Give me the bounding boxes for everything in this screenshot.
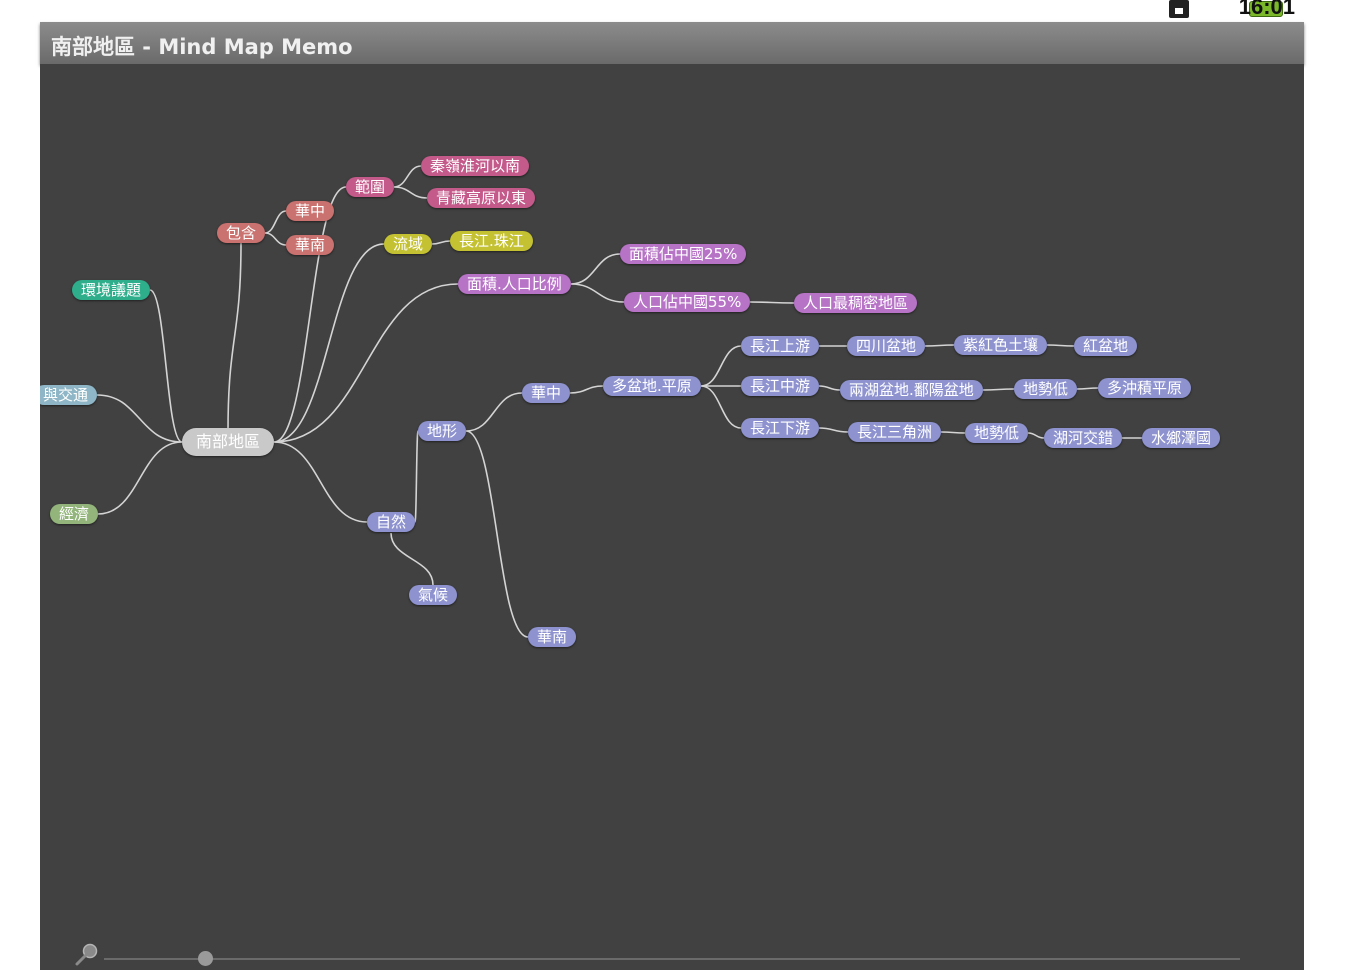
mindmap-node-up-1[interactable]: 四川盆地 <box>847 336 926 356</box>
mindmap-node-include[interactable]: 包含 <box>217 223 266 243</box>
mindmap-root-node[interactable]: 南部地區 <box>182 428 275 456</box>
mindmap-node-range[interactable]: 範圍 <box>346 177 395 197</box>
mindmap-links <box>96 165 1143 638</box>
mindmap-link <box>940 431 966 434</box>
mindmap-link <box>570 253 621 285</box>
mindmap-node-t-hz[interactable]: 華中 <box>522 383 571 403</box>
mindmap-node-mid[interactable]: 長江中游 <box>741 376 820 396</box>
mindmap-link <box>264 210 287 234</box>
mindmap-link <box>465 430 529 638</box>
mindmap-node-area-1[interactable]: 面積佔中國25% <box>620 244 747 264</box>
mindmap-link <box>1076 387 1099 390</box>
mindmap-node-basin-1[interactable]: 長江.珠江 <box>450 231 533 251</box>
mindmap-node-area-2[interactable]: 人口佔中國55% <box>624 292 751 312</box>
mindmap-link <box>264 232 287 246</box>
mindmap-node-low-4[interactable]: 水鄉澤國 <box>1142 428 1221 448</box>
mindmap-node-area-3[interactable]: 人口最稠密地區 <box>794 293 918 313</box>
mindmap-link <box>1046 344 1075 347</box>
mindmap-link <box>982 388 1015 391</box>
mindmap-node-mid-1[interactable]: 兩湖盆地.鄱陽盆地 <box>840 380 983 400</box>
mindmap-node-low[interactable]: 長江下游 <box>741 418 820 438</box>
mindmap-link <box>749 301 795 304</box>
mindmap-node-mid-3[interactable]: 多沖積平原 <box>1098 378 1192 398</box>
mindmap-link <box>465 392 523 432</box>
mindmap-node-up-2[interactable]: 紫紅色土壤 <box>954 335 1048 355</box>
mindmap-link <box>1027 432 1045 439</box>
mindmap-link <box>273 243 385 443</box>
mindmap-node-inc-hz[interactable]: 華中 <box>286 201 335 221</box>
mindmap-link <box>273 441 368 523</box>
mindmap-node-plains[interactable]: 多盆地.平原 <box>603 376 701 396</box>
mindmap-node-up-3[interactable]: 紅盆地 <box>1074 336 1138 356</box>
app-title: 南部地區 - Mind Map Memo <box>51 35 353 59</box>
mindmap-link <box>149 289 183 443</box>
mindmap-link <box>570 283 625 303</box>
mindmap-node-t-hn[interactable]: 華南 <box>528 627 577 647</box>
mindmap-node-nature[interactable]: 自然 <box>367 512 416 532</box>
mindmap-node-basin[interactable]: 流域 <box>384 234 433 254</box>
zoom-slider-track[interactable] <box>104 958 1240 960</box>
mindmap-node-area[interactable]: 面積.人口比例 <box>458 274 571 294</box>
mindmap-node-low-1[interactable]: 長江三角洲 <box>848 422 942 442</box>
mindmap-link <box>96 394 183 443</box>
mindmap-link <box>818 385 841 391</box>
zoom-slider-thumb[interactable] <box>198 951 213 966</box>
status-bar: 16:01 <box>0 0 1351 22</box>
mindmap-link <box>700 385 742 429</box>
mindmap-link <box>273 283 459 443</box>
mindmap-link <box>414 430 419 523</box>
mindmap-node-terrain[interactable]: 地形 <box>418 421 467 441</box>
sim-card-icon <box>1169 0 1189 18</box>
mindmap-node-env[interactable]: 環境議題 <box>72 280 151 300</box>
mindmap-node-inc-hn[interactable]: 華南 <box>286 235 335 255</box>
mindmap-canvas[interactable]: 南部地區 環境議題 與交通 經濟 包含 華中 華南 範圍 秦嶺淮河以南 青藏高原以東 流域 長江.珠江… <box>40 64 1304 970</box>
mindmap-link <box>924 344 955 347</box>
mindmap-node-econ[interactable]: 經濟 <box>50 504 99 524</box>
mindmap-link <box>393 165 422 188</box>
mindmap-link <box>431 240 451 245</box>
mindmap-link <box>569 385 604 394</box>
mindmap-link <box>393 186 428 199</box>
mindmap-node-low-3[interactable]: 湖河交錯 <box>1044 428 1123 448</box>
mindmap-link <box>818 427 849 433</box>
title-bar: 南部地區 - Mind Map Memo <box>40 22 1304 64</box>
mindmap-node-up[interactable]: 長江上游 <box>741 336 820 356</box>
mindmap-node-mid-2[interactable]: 地勢低 <box>1014 379 1078 399</box>
status-clock: 16:01 <box>1238 0 1295 19</box>
mindmap-node-range-2[interactable]: 青藏高原以東 <box>427 188 536 208</box>
mindmap-node-range-1[interactable]: 秦嶺淮河以南 <box>421 156 530 176</box>
mindmap-link <box>227 242 242 432</box>
mindmap-link <box>700 345 742 387</box>
mindmap-link <box>390 532 434 586</box>
mindmap-node-traffic[interactable]: 與交通 <box>40 385 98 405</box>
mindmap-node-low-2[interactable]: 地勢低 <box>965 423 1029 443</box>
mindmap-node-climate[interactable]: 氣候 <box>409 585 458 605</box>
mindmap-link <box>97 441 183 515</box>
zoom-icon[interactable] <box>74 942 100 968</box>
